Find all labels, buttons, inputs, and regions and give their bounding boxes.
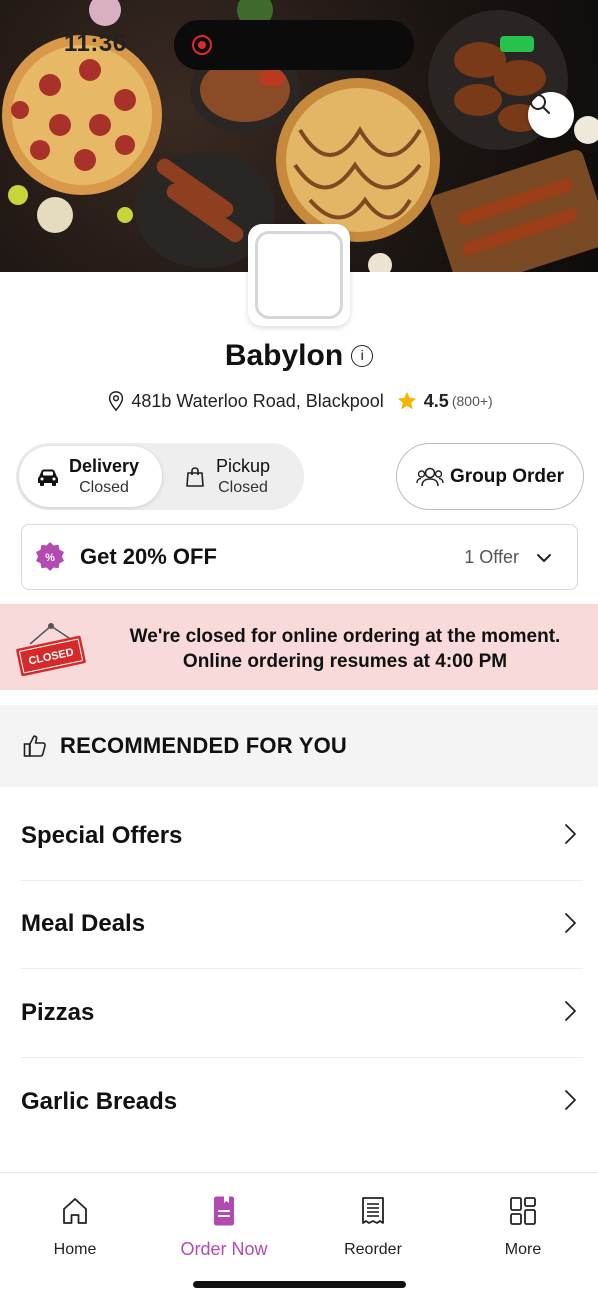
svg-text:%: % <box>45 552 55 564</box>
star-icon <box>397 391 416 410</box>
chevron-right-icon <box>565 1001 576 1021</box>
group-order-label: Group Order <box>449 465 564 487</box>
category-item-special-offers[interactable]: Special Offers <box>21 792 583 881</box>
order-icon <box>214 1196 234 1226</box>
category-label: Special Offers <box>21 821 183 849</box>
category-item-meal-deals[interactable]: Meal Deals <box>21 881 583 969</box>
recommended-title: RECOMMENDED FOR YOU <box>60 733 347 758</box>
info-icon[interactable]: i <box>351 345 374 368</box>
category-item-pizzas[interactable]: Pizzas <box>21 969 583 1058</box>
battery-icon <box>500 36 534 52</box>
nav-more-label: More <box>504 1241 542 1258</box>
category-item-garlic-breads[interactable]: Garlic Breads <box>21 1058 583 1147</box>
nav-order-now-label: Order Now <box>180 1239 268 1259</box>
delivery-option[interactable]: Delivery Closed <box>19 446 162 507</box>
group-order-button[interactable]: Group Order <box>396 443 584 510</box>
discount-badge-icon: % <box>34 541 66 573</box>
car-icon <box>35 467 61 487</box>
chevron-right-icon <box>565 824 576 844</box>
category-label: Pizzas <box>21 998 95 1026</box>
recommended-header: RECOMMENDED FOR YOU <box>0 705 598 787</box>
closed-message: We're closed for online ordering at the … <box>110 624 580 674</box>
receipt-icon <box>362 1197 384 1224</box>
nav-home-label: Home <box>53 1241 97 1258</box>
restaurant-logo <box>248 224 350 326</box>
restaurant-name-row: Babylon i <box>0 338 598 373</box>
closed-message-line2: Online ordering resumes at 4:00 PM <box>182 651 508 672</box>
nav-more[interactable]: More <box>463 1193 583 1259</box>
delivery-label: Delivery <box>69 456 140 477</box>
pickup-status: Closed <box>218 478 268 496</box>
closed-notice-banner: CLOSED We're closed for online ordering … <box>0 604 598 690</box>
restaurant-address: 481b Waterloo Road, Blackpool <box>131 390 384 411</box>
closed-message-line1: We're closed for online ordering at the … <box>129 626 561 647</box>
nav-order-now[interactable]: Order Now <box>164 1193 284 1260</box>
address-row: 481b Waterloo Road, Blackpool 4.5 (800+) <box>0 390 598 412</box>
logo-placeholder <box>255 231 343 319</box>
chevron-right-icon <box>565 912 576 933</box>
chevron-right-icon <box>565 1089 576 1110</box>
search-button[interactable] <box>528 92 574 138</box>
delivery-status: Closed <box>79 478 129 496</box>
status-time: 11:36 <box>64 30 127 57</box>
home-icon <box>63 1198 87 1224</box>
offer-card[interactable]: % Get 20% OFF 1 Offer <box>21 524 578 590</box>
pickup-label: Pickup <box>216 456 271 477</box>
nav-home[interactable]: Home <box>15 1193 135 1259</box>
location-pin-icon <box>109 391 124 412</box>
chevron-down-icon <box>537 554 551 562</box>
recording-indicator-icon <box>192 35 212 55</box>
rating-value: 4.5 <box>423 390 449 411</box>
pickup-option[interactable]: Pickup Closed <box>166 446 301 507</box>
rating-count: (800+) <box>451 393 493 409</box>
category-label: Garlic Breads <box>21 1087 178 1115</box>
closed-sign-icon: CLOSED <box>16 623 86 676</box>
restaurant-name: Babylon <box>224 339 344 373</box>
category-list: Special Offers Meal Deals Pizzas Garlic … <box>0 792 598 1146</box>
category-label: Meal Deals <box>21 910 146 938</box>
home-indicator[interactable] <box>193 1281 406 1288</box>
offer-count: 1 Offer <box>464 546 519 567</box>
group-icon <box>416 465 444 489</box>
offer-title: Get 20% OFF <box>80 544 217 569</box>
grid-icon <box>510 1197 536 1225</box>
bag-icon <box>182 466 208 488</box>
order-mode-toggle: Delivery Closed Pickup Closed <box>16 443 304 510</box>
nav-reorder[interactable]: Reorder <box>313 1193 433 1259</box>
search-icon <box>530 94 550 114</box>
nav-reorder-label: Reorder <box>344 1241 402 1258</box>
thumbs-up-icon <box>22 733 48 759</box>
